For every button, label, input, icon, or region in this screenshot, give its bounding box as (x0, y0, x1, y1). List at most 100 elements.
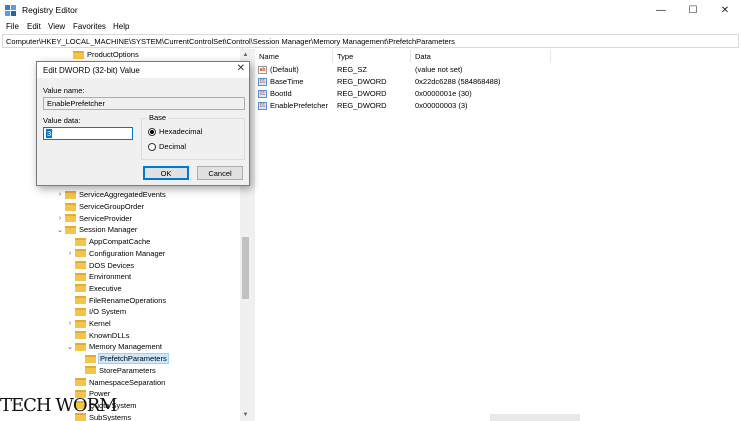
scroll-thumb[interactable] (242, 237, 249, 299)
value-data: (value not set) (415, 65, 463, 74)
chevron-icon[interactable] (66, 308, 74, 316)
menu-bar: File Edit View Favorites Help (0, 20, 741, 34)
radio-decimal[interactable]: Decimal (148, 142, 186, 151)
tree-item-label: Session Manager (79, 225, 138, 235)
techworm-watermark: TECH WORM (0, 395, 118, 416)
radio-hexadecimal[interactable]: Hexadecimal (148, 127, 202, 136)
menu-view[interactable]: View (48, 22, 65, 31)
chevron-right-icon[interactable]: › (66, 249, 74, 257)
edit-dword-dialog: Edit DWORD (32-bit) Value ✕ Value name: … (36, 61, 250, 186)
chevron-icon[interactable] (76, 366, 84, 374)
menu-help[interactable]: Help (113, 22, 129, 31)
column-header-data[interactable]: Data (411, 50, 551, 63)
address-bar[interactable]: Computer\HKEY_LOCAL_MACHINE\SYSTEM\Curre… (2, 34, 739, 48)
radio-checked-icon[interactable] (148, 127, 156, 136)
value-data: 0x22dc6288 (584868488) (415, 77, 501, 86)
folder-icon (75, 261, 86, 270)
folder-icon (75, 296, 86, 305)
tree-item-serviceaggregatedevents[interactable]: › ServiceAggregatedEvents (56, 189, 166, 201)
chevron-icon[interactable] (66, 296, 74, 304)
dialog-close-icon[interactable]: ✕ (237, 63, 245, 74)
value-row[interactable]: ab (Default) REG_SZ (value not set) (255, 64, 741, 76)
tree-item-configuration-manager[interactable]: › Configuration Manager (66, 248, 165, 260)
chevron-right-icon[interactable]: › (66, 320, 74, 328)
tree-item-environment[interactable]: Environment (66, 271, 131, 283)
menu-favorites[interactable]: Favorites (73, 22, 106, 31)
tree-item-kernel[interactable]: › Kernel (66, 318, 111, 330)
tree-item-servicegrouporder[interactable]: ServiceGroupOrder (56, 201, 144, 213)
hexadecimal-label: Hexadecimal (159, 127, 203, 136)
value-row[interactable]: 01 BootId REG_DWORD 0x0000001e (30) (255, 88, 741, 100)
dword-value-icon: 01 (258, 101, 267, 110)
close-button[interactable]: ✕ (709, 0, 741, 20)
value-row[interactable]: 01 BaseTime REG_DWORD 0x22dc6288 (5848684… (255, 76, 741, 88)
tree-item-label: ProductOptions (87, 50, 139, 60)
tree-item-session-manager[interactable]: ⌄ Session Manager (56, 224, 137, 236)
menu-file[interactable]: File (6, 22, 19, 31)
value-type: REG_DWORD (337, 89, 387, 98)
tree-item-prefetchparameters[interactable]: PrefetchParameters (76, 353, 169, 365)
close-icon: ✕ (720, 4, 730, 16)
tree-item-dos-devices[interactable]: DOS Devices (66, 259, 134, 271)
folder-icon (75, 249, 86, 258)
radio-unchecked-icon[interactable] (148, 142, 156, 151)
value-data: 0x00000003 (3) (415, 101, 468, 110)
maximize-button[interactable]: ☐ (677, 0, 709, 20)
folder-icon (65, 202, 76, 211)
chevron-icon[interactable] (66, 261, 74, 269)
chevron-icon[interactable] (66, 378, 74, 386)
chevron-icon[interactable] (76, 355, 84, 363)
column-header-type[interactable]: Type (333, 50, 411, 63)
folder-icon (75, 331, 86, 340)
value-name: (Default) (270, 65, 299, 74)
chevron-icon[interactable] (66, 273, 74, 281)
tree-item-label: AppCompatCache (89, 237, 151, 247)
chevron-down-icon[interactable]: ⌄ (56, 226, 64, 234)
tree-item-memory-management[interactable]: ⌄ Memory Management (66, 341, 162, 353)
column-header-name[interactable]: Name (255, 50, 333, 63)
menu-edit[interactable]: Edit (27, 22, 41, 31)
scroll-down-icon[interactable]: ▼ (240, 409, 251, 420)
folder-icon (75, 237, 86, 246)
chevron-icon[interactable] (64, 51, 72, 59)
tree-item-executive[interactable]: Executive (66, 283, 122, 295)
tree-item-label: StoreParameters (99, 365, 156, 375)
tree-item-label: DOS Devices (89, 260, 135, 270)
chevron-right-icon[interactable]: › (56, 191, 64, 199)
folder-icon (75, 284, 86, 293)
folder-open-icon (85, 354, 96, 363)
chevron-icon[interactable] (66, 238, 74, 246)
folder-icon (75, 307, 86, 316)
watermark-decoration (490, 414, 580, 421)
tree-item-label: ServiceAggregatedEvents (79, 190, 166, 200)
tree-item-label: PrefetchParameters (98, 353, 169, 365)
value-data-input[interactable]: 3 (43, 127, 133, 140)
value-row[interactable]: 01 EnablePrefetcher REG_DWORD 0x00000003 … (255, 100, 741, 112)
value-name: EnablePrefetcher (270, 101, 328, 110)
tree-item-namespaceseparation[interactable]: NamespaceSeparation (66, 376, 165, 388)
cancel-button[interactable]: Cancel (197, 166, 243, 180)
scroll-up-icon[interactable]: ▲ (240, 49, 251, 60)
value-name: BootId (270, 89, 292, 98)
folder-icon (65, 190, 76, 199)
tree-item-filerenameoperations[interactable]: FileRenameOperations (66, 294, 166, 306)
minimize-button[interactable]: — (645, 0, 677, 20)
value-name-field: EnablePrefetcher (43, 97, 245, 110)
chevron-icon[interactable] (66, 284, 74, 292)
folder-icon (65, 214, 76, 223)
chevron-down-icon[interactable]: ⌄ (66, 343, 74, 351)
value-type: REG_DWORD (337, 101, 387, 110)
value-data: 0x0000001e (30) (415, 89, 472, 98)
chevron-icon[interactable] (66, 331, 74, 339)
ok-button[interactable]: OK (143, 166, 189, 180)
tree-item-knowndlls[interactable]: KnownDLLs (66, 329, 129, 341)
dialog-title-bar: Edit DWORD (32-bit) Value ✕ (37, 62, 249, 78)
tree-item-productoptions[interactable]: ProductOptions (64, 49, 139, 61)
tree-item-label: Configuration Manager (89, 248, 166, 258)
tree-item-storeparameters[interactable]: StoreParameters (76, 365, 156, 377)
chevron-icon[interactable] (56, 203, 64, 211)
tree-item-io-system[interactable]: I/O System (66, 306, 126, 318)
tree-item-serviceprovider[interactable]: › ServiceProvider (56, 212, 132, 224)
chevron-right-icon[interactable]: › (56, 214, 64, 222)
tree-item-appcompatcache[interactable]: AppCompatCache (66, 236, 150, 248)
